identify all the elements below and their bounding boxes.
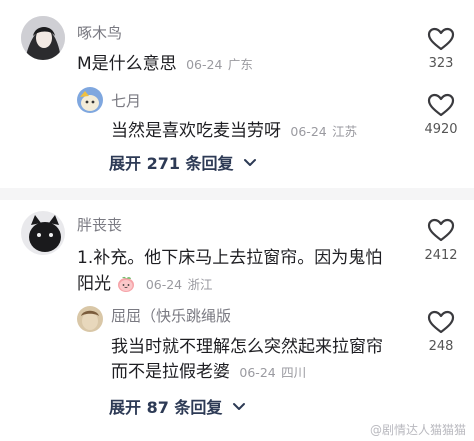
comment-location: 广东 [227,57,253,72]
comment-date: 06-24 [145,277,183,292]
expand-replies-label: 展开 87 条回复 [109,398,223,417]
expand-replies-label: 展开 271 条回复 [109,154,234,173]
watermark: @剧情达人猫猫猫 [369,423,466,437]
reply-avatar-image [77,87,103,113]
reply-author[interactable]: 七月 [111,90,141,111]
reply-text-line2-body: 而不是拉假老婆 [111,362,230,382]
reply-text-line1: 我当时就不理解怎么突然起来拉窗帘 [111,337,383,357]
comment-text-line2-body: 阳光 [77,274,111,294]
comment-date: 06-24 [186,57,223,72]
chevron-down-icon [233,403,245,410]
heart-outline-icon[interactable] [427,27,455,51]
heart-outline-icon[interactable] [427,310,455,334]
like-count: 323 [428,56,454,71]
chevron-down-icon [244,159,257,166]
heart-outline-icon[interactable] [427,93,455,117]
avatar-image [21,16,65,60]
avatar[interactable] [21,16,65,60]
comment-text: M是什么意思 06-24 广东 [77,49,253,74]
avatar[interactable] [21,211,65,255]
reply-like-count: 4920 [424,122,458,137]
reply-location: 江苏 [332,124,358,139]
comment-author[interactable]: 胖丧丧 [77,214,122,235]
peach-emoji-icon [118,276,135,292]
comment-location: 浙江 [187,277,213,292]
comment-text-line2: 阳光 06-24 浙江 [77,269,213,294]
reply-text-body: 当然是喜欢吃麦当劳呀 [111,121,281,141]
reply-text-line2: 而不是拉假老婆 06-24 四川 [111,357,306,382]
like-count: 2412 [424,248,458,263]
comment-divider [0,188,474,200]
reply-avatar-image [77,306,103,332]
reply-avatar[interactable] [77,306,103,332]
reply-date: 06-24 [239,365,276,380]
reply-avatar[interactable] [77,87,103,113]
expand-replies-button[interactable]: 展开 87 条回复 [109,394,246,418]
reply-text: 当然是喜欢吃麦当劳呀 06-24 江苏 [111,116,357,141]
comment-text-body: M是什么意思 [77,54,177,74]
comment-text-line1: 1.补充。他下床马上去拉窗帘。因为鬼怕 [77,248,383,268]
reply-author[interactable]: 屈屈（快乐跳绳版 [111,305,231,326]
reply-like-count: 248 [428,339,454,354]
expand-replies-button[interactable]: 展开 271 条回复 [109,150,257,174]
heart-outline-icon[interactable] [427,218,455,242]
comment-author[interactable]: 啄木鸟 [77,22,122,43]
avatar-image [21,211,65,255]
reply-date: 06-24 [290,124,327,139]
reply-location: 四川 [281,365,307,380]
